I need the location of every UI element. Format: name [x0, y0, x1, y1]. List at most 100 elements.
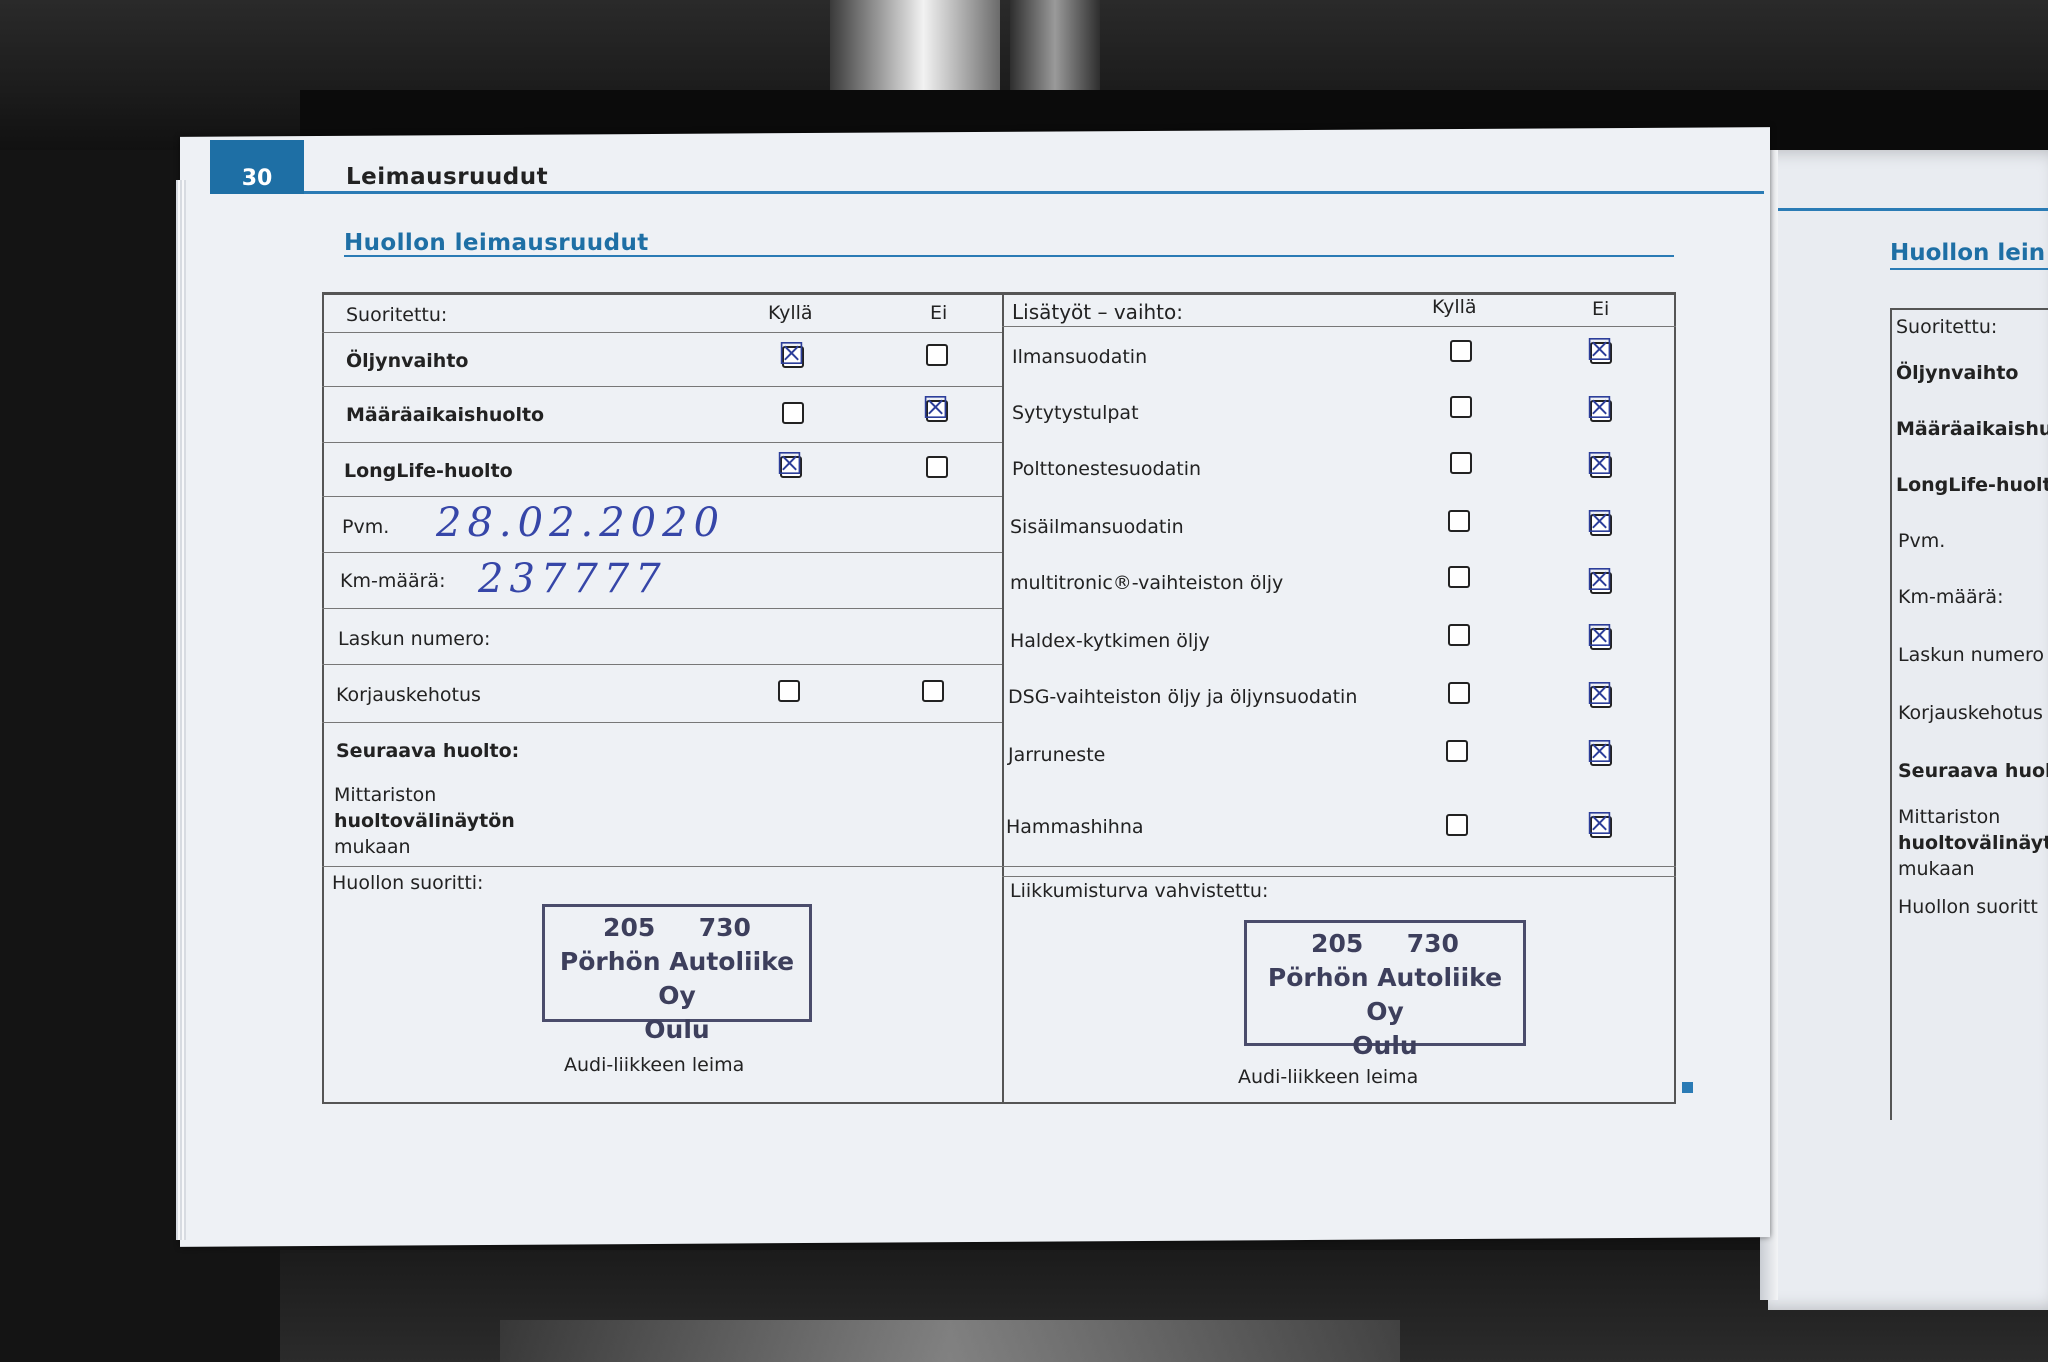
- table-top-line: [322, 294, 1676, 295]
- stamp-code-b: 730: [1406, 929, 1459, 958]
- meter-line-2: huoltovälinäytön: [334, 810, 515, 832]
- checkbox-air-filter-yes[interactable]: [1450, 340, 1472, 362]
- page-header: Leimausruudut: [346, 164, 549, 190]
- checkbox-brake-fluid-yes[interactable]: [1446, 740, 1468, 762]
- checkmark: ☒: [1586, 391, 1613, 426]
- chrome-trim: [830, 0, 1000, 95]
- checkmark: ☒: [1586, 505, 1613, 540]
- dealer-stamp-left: 205 730 Pörhön Autoliike Oy Oulu: [542, 904, 812, 1044]
- stamp-caption-right: Audi-liikkeen leima: [1238, 1066, 1419, 1088]
- chrome-trim-bottom: [500, 1320, 1400, 1362]
- checkbox-fuel-filter-yes[interactable]: [1450, 452, 1472, 474]
- row-label-fuel-filter: Polttonestesuodatin: [1012, 458, 1202, 480]
- km-handwritten[interactable]: 237777: [478, 556, 667, 602]
- next-page-row: Pvm.: [1898, 530, 1946, 552]
- table-row-line-right: [1002, 876, 1676, 877]
- checkbox-timing-belt-yes[interactable]: [1446, 814, 1468, 836]
- table-row-line: [322, 722, 1002, 723]
- next-page-row: Huollon suoritt: [1898, 896, 2038, 918]
- checkbox-dsg-yes[interactable]: [1448, 682, 1470, 704]
- stamp-city: Oulu: [644, 1015, 710, 1044]
- checkmark: ☒: [1586, 735, 1613, 770]
- next-page-row: LongLife-huolto: [1896, 474, 2048, 496]
- next-page-title: Huollon lein: [1890, 240, 2046, 266]
- row-label-longlife: LongLife-huolto: [344, 460, 513, 482]
- next-page-row: Korjauskehotus: [1898, 702, 2043, 724]
- checkbox-multitronic-yes[interactable]: [1448, 566, 1470, 588]
- table-column-divider: [1002, 292, 1004, 1104]
- checkbox-repair-no[interactable]: [922, 680, 944, 702]
- table-header-line-left: [322, 332, 1002, 333]
- stamp-city: Oulu: [1352, 1031, 1418, 1060]
- checkbox-repair-yes[interactable]: [778, 680, 800, 702]
- stamp-code-b: 730: [698, 913, 751, 942]
- next-page-title-line: [1890, 268, 2048, 270]
- checkmark: ☒: [1586, 333, 1613, 368]
- stamp-dealer-name: Pörhön Autoliike Oy: [1267, 963, 1503, 1026]
- col-header-no-right: Ei: [1592, 298, 1610, 320]
- next-page-header-line: [1770, 208, 2048, 211]
- row-label-spark-plugs: Sytytystulpat: [1012, 402, 1139, 424]
- table-row-line: [322, 866, 1676, 867]
- checkbox-cabin-filter-yes[interactable]: [1448, 510, 1470, 532]
- row-label-air-filter: Ilmansuodatin: [1012, 346, 1148, 368]
- row-label-cabin-filter: Sisäilmansuodatin: [1010, 516, 1184, 538]
- checkmark: ☒: [778, 337, 805, 372]
- col-header-yes-right: Kyllä: [1432, 296, 1477, 318]
- checkmark: ☒: [776, 447, 803, 482]
- next-page-row: mukaan: [1898, 858, 1975, 880]
- row-label-oil-change: Öljynvaihto: [346, 350, 469, 372]
- row-label-multitronic-oil: multitronic®-vaihteiston öljy: [1010, 572, 1284, 594]
- page-edges: [176, 180, 186, 1240]
- table-row-line: [322, 496, 1002, 497]
- next-page-row: huoltovälinäytö: [1898, 832, 2048, 854]
- next-service-label: Seuraava huolto:: [336, 740, 520, 762]
- col-header-no: Ei: [930, 302, 948, 324]
- next-page-row: Km-määrä:: [1898, 586, 2004, 608]
- invoice-label: Laskun numero:: [338, 628, 491, 650]
- stamp-code-a: 205: [1311, 929, 1364, 958]
- page-number: 30: [241, 166, 273, 191]
- col-header-extra: Lisätyöt – vaihto:: [1012, 300, 1183, 324]
- table-header-line: [1002, 326, 1676, 327]
- checkmark: ☒: [1586, 447, 1613, 482]
- row-label-scheduled-service: Määräaikaishuolto: [346, 404, 545, 426]
- dealer-stamp-right: 205 730 Pörhön Autoliike Oy Oulu: [1244, 920, 1526, 1060]
- next-page-row: Seuraava huolto: [1898, 760, 2048, 782]
- row-label-brake-fluid: Jarruneste: [1008, 744, 1106, 766]
- checkbox-scheduled-yes[interactable]: [782, 402, 804, 424]
- checkmark: ☒: [922, 391, 949, 426]
- checkbox-haldex-yes[interactable]: [1448, 624, 1470, 646]
- row-label-dsg-oil: DSG-vaihteiston öljy ja öljynsuodatin: [1008, 686, 1358, 708]
- checkbox-oil-change-no[interactable]: [926, 344, 948, 366]
- table-row-line: [322, 664, 1002, 665]
- stamp-caption-left: Audi-liikkeen leima: [564, 1054, 745, 1076]
- date-handwritten[interactable]: 28.02.2020: [436, 500, 725, 546]
- table-row-line: [322, 608, 1002, 609]
- row-label-haldex-oil: Haldex-kytkimen öljy: [1010, 630, 1210, 652]
- next-page-row: Mittariston: [1898, 806, 2001, 828]
- next-page-row: Öljynvaihto: [1896, 362, 2019, 384]
- table-row-line: [322, 386, 1002, 387]
- next-page-row: Määräaikaishuolto: [1896, 418, 2048, 440]
- table-row-line: [322, 442, 1002, 443]
- col-header-done: Suoritettu:: [346, 304, 448, 326]
- end-marker: [1682, 1082, 1693, 1093]
- meter-line-1: Mittariston: [334, 784, 437, 806]
- stamp-code-a: 205: [603, 913, 656, 942]
- table-row-line: [322, 552, 1002, 553]
- checkmark: ☒: [1586, 563, 1613, 598]
- section-title: Huollon leimausruudut: [344, 230, 649, 256]
- col-header-yes: Kyllä: [768, 302, 813, 324]
- checkbox-spark-plugs-yes[interactable]: [1450, 396, 1472, 418]
- checkmark: ☒: [1586, 807, 1613, 842]
- checkbox-longlife-no[interactable]: [926, 456, 948, 478]
- repair-label: Korjauskehotus: [336, 684, 481, 706]
- stamp-dealer-name: Pörhön Autoliike Oy: [559, 947, 795, 1010]
- header-line: [304, 191, 1764, 194]
- date-label: Pvm.: [342, 516, 390, 538]
- section-title-line: [344, 255, 1674, 257]
- next-page-row: Laskun numero: [1898, 644, 2044, 666]
- row-label-timing-belt: Hammashihna: [1006, 816, 1144, 838]
- next-page-row: Suoritettu:: [1896, 316, 1998, 338]
